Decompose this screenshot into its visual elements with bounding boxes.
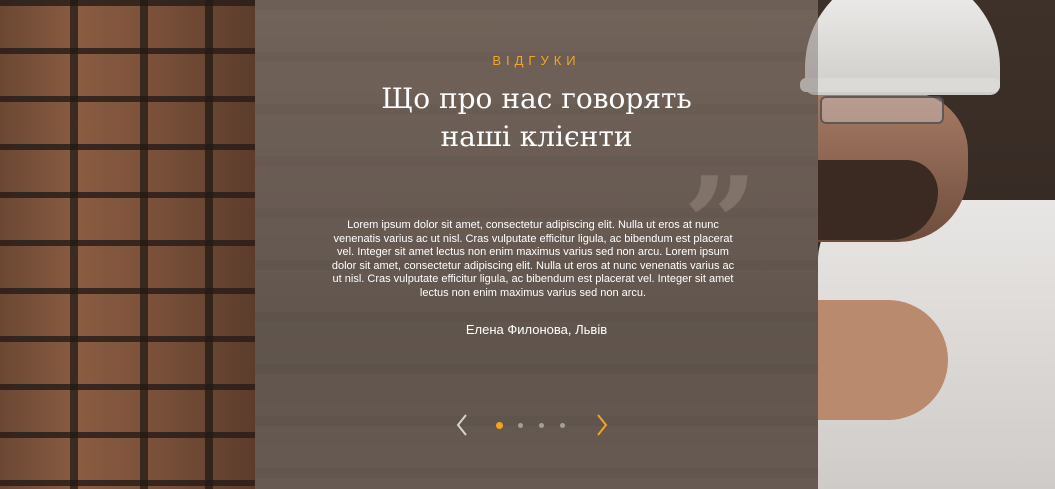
- section-eyebrow: ВІДГУКИ: [492, 53, 581, 68]
- brick-wall-image: [0, 0, 260, 489]
- slider-dot-1[interactable]: [496, 422, 503, 429]
- testimonials-section: ВІДГУКИ Що про нас говорять наші клієнти…: [255, 0, 818, 489]
- section-title-line-1: Що про нас говорять: [381, 82, 692, 115]
- slider-dot-3[interactable]: [539, 423, 544, 428]
- slider-dots: [496, 422, 576, 430]
- testimonial-text: Lorem ipsum dolor sit amet, consectetur …: [331, 219, 735, 299]
- chevron-right-icon[interactable]: [591, 412, 611, 438]
- section-title: Що про нас говорять наші клієнти: [255, 80, 818, 156]
- chevron-left-icon[interactable]: [453, 412, 473, 438]
- slider-navigation: [255, 410, 818, 440]
- slider-dot-2[interactable]: [518, 423, 523, 428]
- testimonial-author: Елена Филонова, Львів: [465, 322, 608, 337]
- slider-dot-4[interactable]: [560, 423, 565, 428]
